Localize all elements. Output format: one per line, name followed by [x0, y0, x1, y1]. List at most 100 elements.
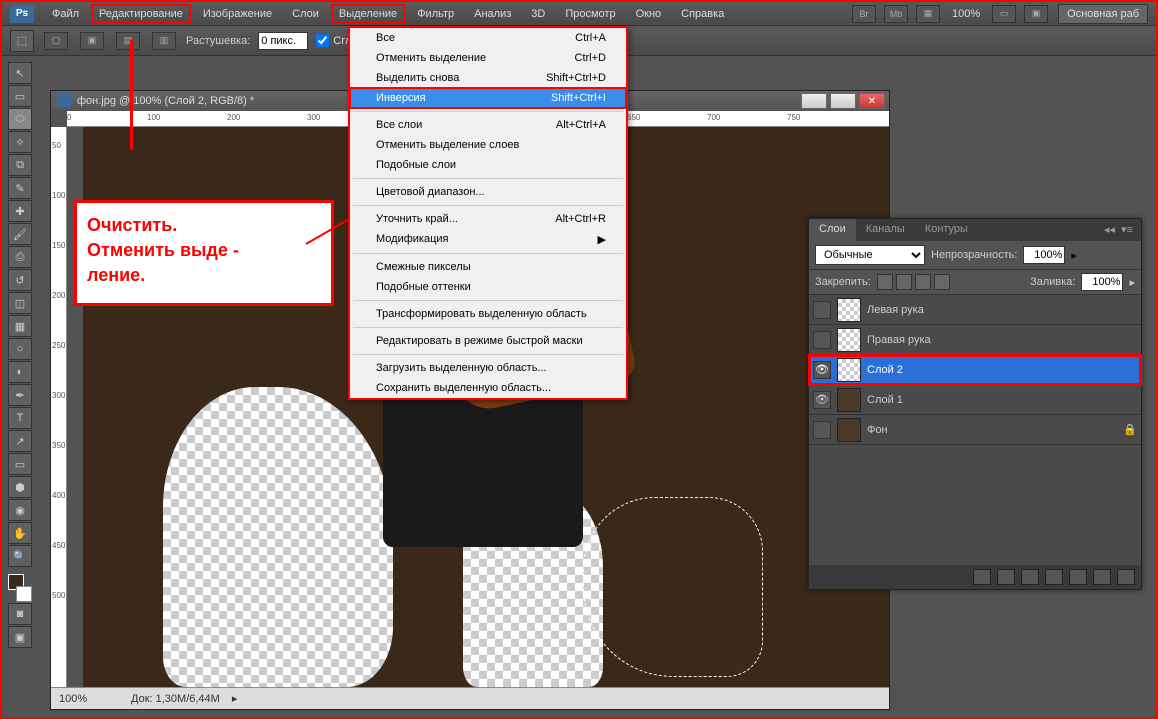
panel-collapse-icon[interactable]: ◂◂▾≡ [1096, 219, 1141, 241]
lock-position-icon[interactable] [915, 274, 931, 290]
menu-select[interactable]: Выделение [331, 4, 405, 24]
layer-fx-icon[interactable] [997, 569, 1015, 585]
layer-row[interactable]: 👁Слой 2 [809, 355, 1141, 385]
marquee-tool[interactable]: ▭ [8, 85, 32, 107]
history-brush-tool[interactable]: ↺ [8, 269, 32, 291]
menu-image[interactable]: Изображение [195, 4, 280, 24]
menu-row-уточнить-край-[interactable]: Уточнить край...Alt+Ctrl+R [350, 209, 626, 229]
selection-new-icon[interactable]: ▢ [44, 32, 68, 50]
layer-row[interactable]: Левая рука [809, 295, 1141, 325]
menu-row-трансформировать-выделенную-область[interactable]: Трансформировать выделенную область [350, 304, 626, 324]
view-extras-icon[interactable]: ▦ [916, 5, 940, 23]
screenmode-tool[interactable]: ▣ [8, 626, 32, 648]
path-tool[interactable]: ↗ [8, 430, 32, 452]
delete-layer-icon[interactable] [1117, 569, 1135, 585]
3d-tool[interactable]: ⬢ [8, 476, 32, 498]
3d-camera-tool[interactable]: ◉ [8, 499, 32, 521]
lock-all-icon[interactable] [934, 274, 950, 290]
quickmask-tool[interactable]: ◙ [8, 603, 32, 625]
pen-tool[interactable]: ✒ [8, 384, 32, 406]
tab-layers[interactable]: Слои [809, 219, 856, 241]
menu-row-редактировать-в-режиме-быстрой-маски[interactable]: Редактировать в режиме быстрой маски [350, 331, 626, 351]
background-color[interactable] [16, 586, 32, 602]
layer-row[interactable]: Правая рука [809, 325, 1141, 355]
hand-tool[interactable]: ✋ [8, 522, 32, 544]
menu-help[interactable]: Справка [673, 4, 732, 24]
layer-group-icon[interactable] [1069, 569, 1087, 585]
selection-intersect-icon[interactable]: ▥ [152, 32, 176, 50]
menu-row-выделить-снова[interactable]: Выделить сноваShift+Ctrl+D [350, 68, 626, 88]
menu-row-модификация[interactable]: Модификация▶ [350, 229, 626, 250]
selection-add-icon[interactable]: ▣ [80, 32, 104, 50]
status-zoom[interactable]: 100% [59, 693, 119, 705]
menu-window[interactable]: Окно [628, 4, 670, 24]
menu-row-все[interactable]: ВсеCtrl+A [350, 28, 626, 48]
layer-thumbnail[interactable] [837, 358, 861, 382]
feather-input[interactable] [258, 32, 308, 50]
menu-layers[interactable]: Слои [284, 4, 327, 24]
menu-row-подобные-оттенки[interactable]: Подобные оттенки [350, 277, 626, 297]
blur-tool[interactable]: ○ [8, 338, 32, 360]
layer-thumbnail[interactable] [837, 298, 861, 322]
menu-row-смежные-пикселы[interactable]: Смежные пикселы [350, 257, 626, 277]
menu-row-цветовой-диапазон-[interactable]: Цветовой диапазон... [350, 182, 626, 202]
shape-tool[interactable]: ▭ [8, 453, 32, 475]
layer-row[interactable]: 👁Слой 1 [809, 385, 1141, 415]
layer-thumbnail[interactable] [837, 328, 861, 352]
menu-filter[interactable]: Фильтр [409, 4, 462, 24]
blend-mode-select[interactable]: Обычные [815, 245, 925, 265]
status-arrow-icon[interactable]: ▸ [232, 692, 238, 705]
lasso-tool[interactable]: ⬭ [8, 108, 32, 130]
menu-row-отменить-выделение-слоев[interactable]: Отменить выделение слоев [350, 135, 626, 155]
layer-row[interactable]: Фон🔒 [809, 415, 1141, 445]
zoom-tool[interactable]: 🔍 [8, 545, 32, 567]
fill-arrow-icon[interactable]: ▸ [1129, 276, 1135, 289]
menu-edit[interactable]: Редактирование [91, 4, 191, 24]
menu-row-загрузить-выделенную-область-[interactable]: Загрузить выделенную область... [350, 358, 626, 378]
minibridge-icon[interactable]: Mb [884, 5, 908, 23]
visibility-toggle[interactable]: 👁 [813, 361, 831, 379]
visibility-toggle[interactable] [813, 301, 831, 319]
tab-channels[interactable]: Каналы [856, 219, 915, 241]
lock-pixels-icon[interactable] [896, 274, 912, 290]
minimize-button[interactable]: — [801, 93, 827, 109]
zoom-display[interactable]: 100% [946, 8, 986, 20]
visibility-toggle[interactable]: 👁 [813, 391, 831, 409]
menu-row-отменить-выделение[interactable]: Отменить выделениеCtrl+D [350, 48, 626, 68]
workspace-button[interactable]: Основная раб [1058, 4, 1148, 24]
close-button[interactable]: ✕ [859, 93, 885, 109]
menu-row-подобные-слои[interactable]: Подобные слои [350, 155, 626, 175]
menu-row-все-слои[interactable]: Все слоиAlt+Ctrl+A [350, 115, 626, 135]
tab-paths[interactable]: Контуры [915, 219, 978, 241]
current-tool-icon[interactable]: ⬚ [10, 30, 34, 52]
menu-row-инверсия[interactable]: ИнверсияShift+Ctrl+I [350, 88, 626, 108]
visibility-toggle[interactable] [813, 421, 831, 439]
crop-tool[interactable]: ⧉ [8, 154, 32, 176]
healing-tool[interactable]: ✚ [8, 200, 32, 222]
launch-bridge-icon[interactable]: Br [852, 5, 876, 23]
dodge-tool[interactable]: ◐ [8, 361, 32, 383]
menu-file[interactable]: Файл [44, 4, 87, 24]
adjustment-layer-icon[interactable] [1045, 569, 1063, 585]
color-swatches[interactable] [8, 574, 32, 602]
eraser-tool[interactable]: ◫ [8, 292, 32, 314]
menu-analysis[interactable]: Анализ [466, 4, 519, 24]
maximize-button[interactable]: □ [830, 93, 856, 109]
wand-tool[interactable]: ✧ [8, 131, 32, 153]
type-tool[interactable]: T [8, 407, 32, 429]
layer-thumbnail[interactable] [837, 388, 861, 412]
visibility-toggle[interactable] [813, 331, 831, 349]
link-layers-icon[interactable] [973, 569, 991, 585]
gradient-tool[interactable]: ▦ [8, 315, 32, 337]
layer-thumbnail[interactable] [837, 418, 861, 442]
eyedropper-tool[interactable]: ✎ [8, 177, 32, 199]
fill-input[interactable] [1081, 273, 1123, 291]
new-layer-icon[interactable] [1093, 569, 1111, 585]
layer-mask-icon[interactable] [1021, 569, 1039, 585]
screen-mode-icon[interactable]: ▣ [1024, 5, 1048, 23]
opacity-arrow-icon[interactable]: ▸ [1071, 249, 1077, 262]
menu-row-сохранить-выделенную-область-[interactable]: Сохранить выделенную область... [350, 378, 626, 398]
move-tool[interactable]: ↖ [8, 62, 32, 84]
menu-view[interactable]: Просмотр [557, 4, 623, 24]
opacity-input[interactable] [1023, 246, 1065, 264]
